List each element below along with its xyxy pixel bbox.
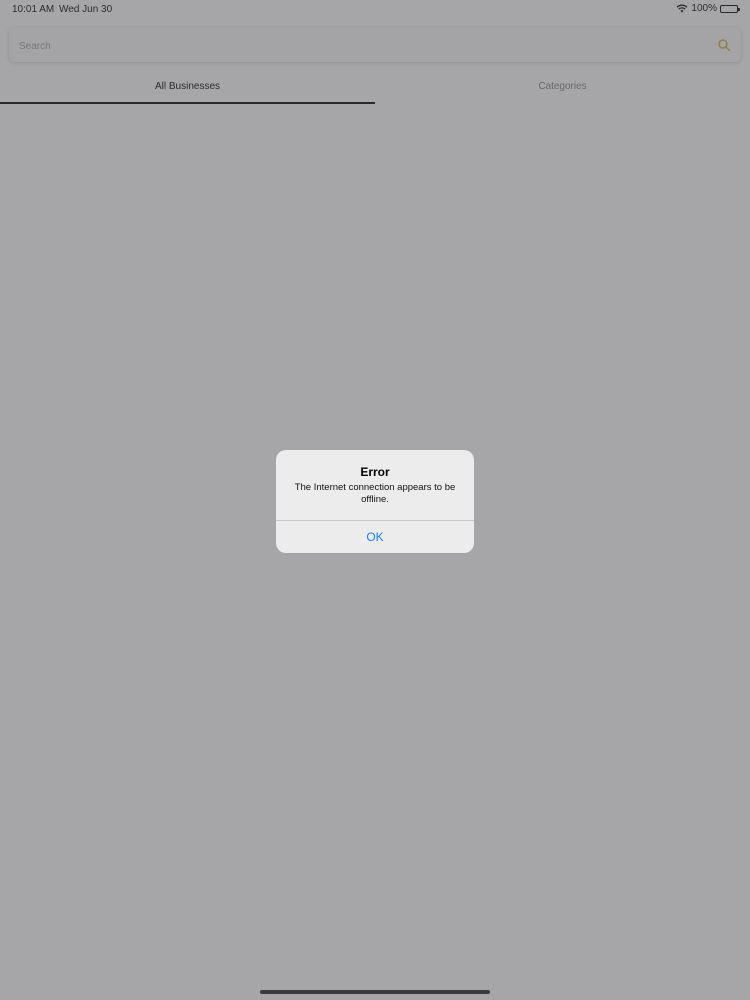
alert-message: The Internet connection appears to be of…: [294, 482, 456, 505]
error-alert: Error The Internet connection appears to…: [276, 450, 474, 553]
home-indicator[interactable]: [260, 990, 490, 994]
ok-button[interactable]: OK: [276, 521, 474, 553]
alert-title: Error: [360, 465, 390, 479]
